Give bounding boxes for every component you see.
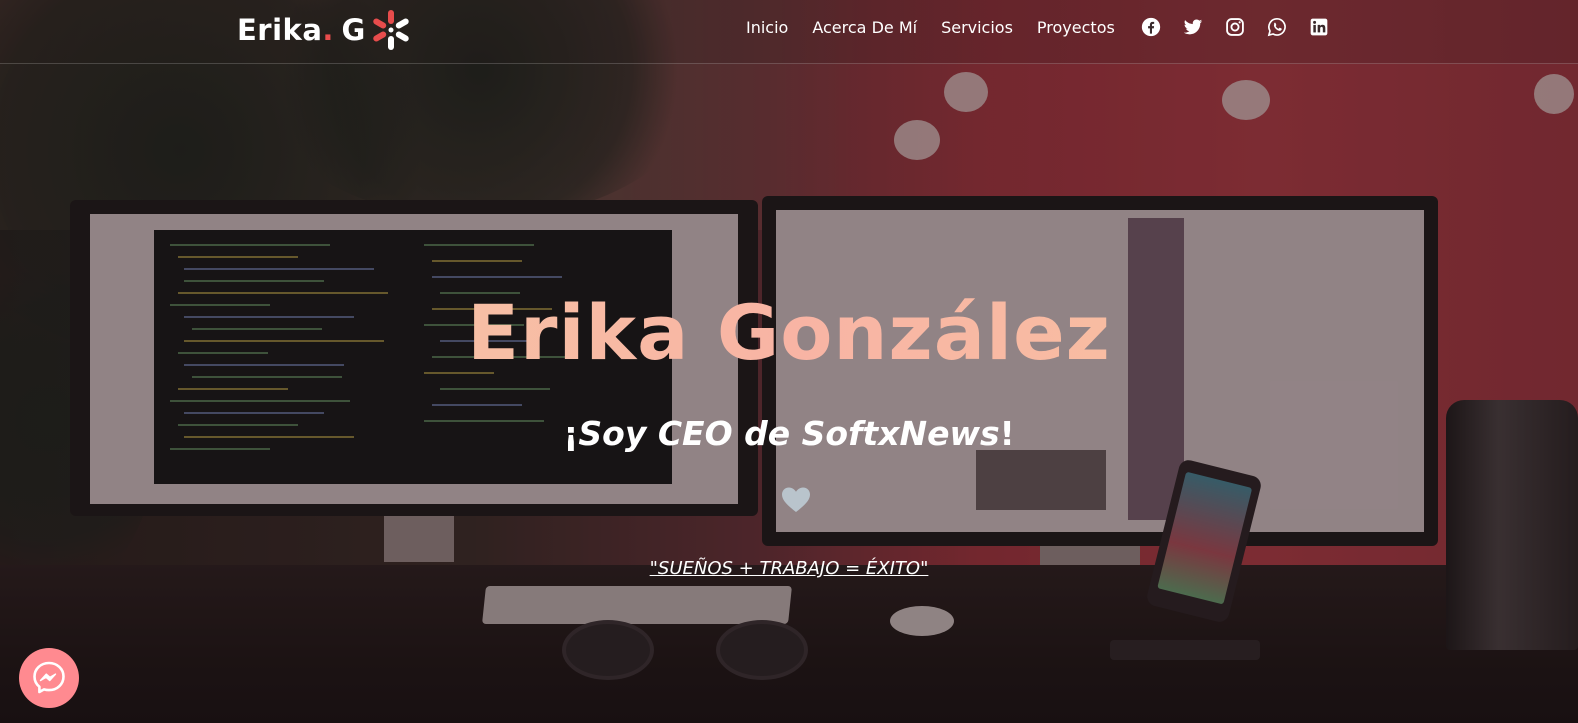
hero-subtitle-suffix: ! (999, 414, 1015, 453)
messenger-icon (33, 661, 65, 694)
hero-subtitle-prefix: ¡ (563, 414, 579, 453)
nav-menu: Inicio Acerca De Mí Servicios Proyectos (746, 17, 1351, 37)
nav-link-servicios[interactable]: Servicios (941, 18, 1013, 37)
facebook-icon[interactable] (1141, 17, 1161, 37)
navbar: Erika . G Inicio Acerca De Mí Servicios … (0, 0, 1578, 64)
hero-subtitle-main: Soy CEO de SoftxNews (578, 414, 1000, 453)
hero-subtitle: ¡Soy CEO de SoftxNews! (0, 414, 1578, 453)
social-links (1141, 17, 1351, 37)
brand-dot: . (322, 13, 334, 47)
asterisk-flower-icon (373, 10, 409, 50)
brand-logo[interactable]: Erika . G (237, 8, 411, 52)
heart-icon (782, 487, 810, 512)
hero-title: Erika González (0, 288, 1578, 377)
motto-link[interactable]: "SUEÑOS + TRABAJO = ÉXITO" (0, 558, 1578, 579)
messenger-chat-button[interactable] (19, 648, 79, 708)
brand-initial: G (341, 13, 366, 47)
instagram-icon[interactable] (1225, 17, 1245, 37)
nav-link-proyectos[interactable]: Proyectos (1037, 18, 1115, 37)
nav-link-acerca[interactable]: Acerca De Mí (812, 18, 917, 37)
brand-name: Erika (237, 13, 323, 47)
twitter-icon[interactable] (1183, 17, 1203, 37)
nav-link-inicio[interactable]: Inicio (746, 18, 788, 37)
whatsapp-icon[interactable] (1267, 17, 1287, 37)
linkedin-icon[interactable] (1309, 17, 1329, 37)
